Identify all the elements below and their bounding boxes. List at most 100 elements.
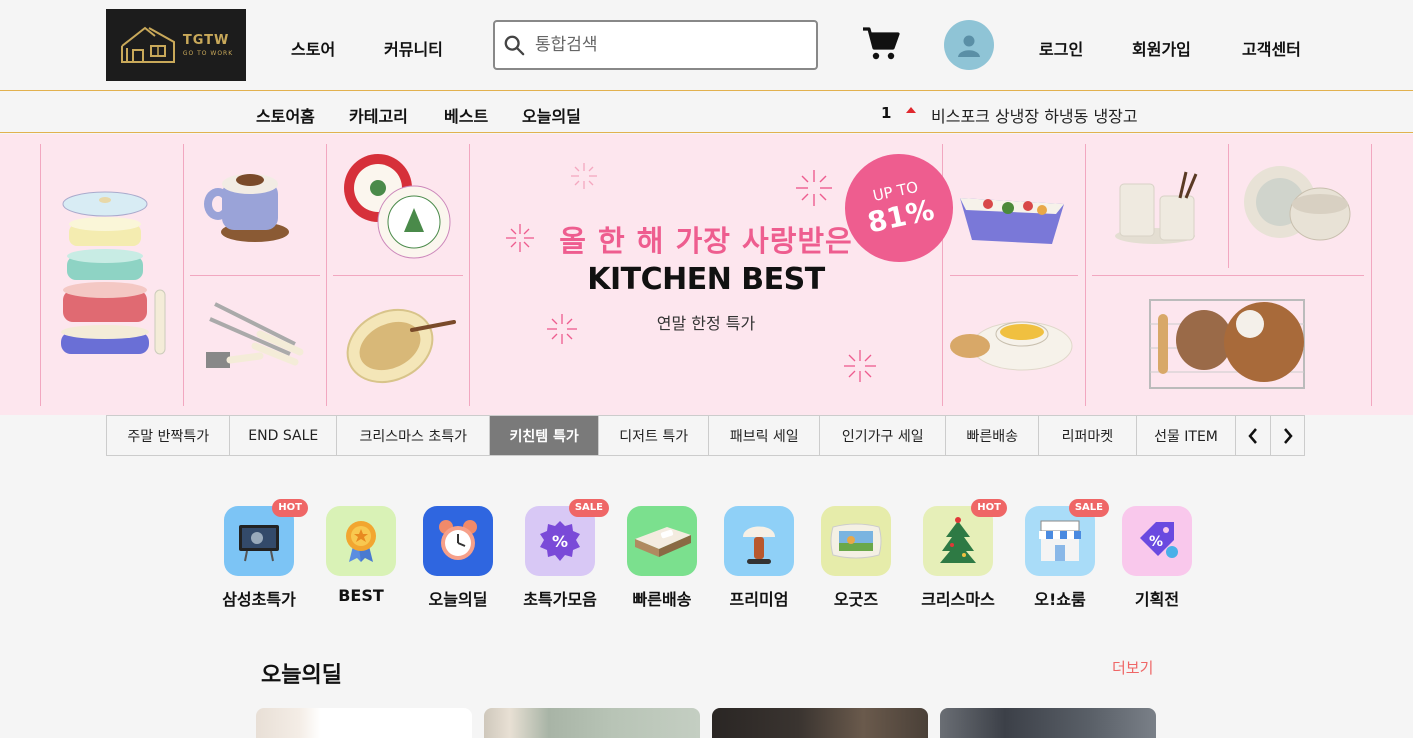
more-link[interactable]: 더보기 [1112,657,1153,678]
deal-card[interactable] [256,708,472,738]
christmas-plates-image [344,154,451,259]
tab-weekend-flash[interactable]: 주말 반짝특가 [107,416,231,455]
subnav-best[interactable]: 베스트 [444,103,488,127]
search-box[interactable] [493,20,818,70]
subnav-category[interactable]: 카테고리 [349,103,408,127]
pot-set-image [61,191,166,355]
sparkle-icon [571,163,597,189]
store-icon: SALE [1025,499,1109,576]
ranking-keyword[interactable]: 비스포크 상냉장 하냉동 냉장고 [931,103,1138,127]
tabs-prev-button[interactable] [1236,416,1270,455]
baking-dish-image [960,198,1064,244]
ranking-number: 1 [881,104,892,122]
chevron-right-icon [1283,427,1293,444]
tab-end-sale[interactable]: END SALE [230,416,338,455]
pasta-dish-image [346,309,456,383]
category-label: 오!쇼룸 [1034,590,1086,609]
promo-banner[interactable]: 올 한 해 가장 사랑받은 KITCHEN BEST 연말 한정 특가 UP T… [0,134,1413,415]
tab-furniture-sale[interactable]: 인기가구 세일 [820,416,947,455]
category-oshowroom[interactable]: SALE 오!쇼룸 [1010,499,1110,610]
category-fast-delivery[interactable]: 빠른배송 [612,506,712,610]
tab-christmas-sale[interactable]: 크리스마스 초특가 [337,416,491,455]
subnav-store-home[interactable]: 스토어홈 [256,103,315,127]
signup-link[interactable]: 회원가입 [1132,36,1191,60]
category-premium[interactable]: 프리미엄 [709,506,809,610]
rank-up-icon [906,107,916,113]
banner-subtitle: 연말 한정 특가 [656,314,756,333]
hot-badge: HOT [971,499,1007,517]
category-label: 삼성초특가 [222,590,296,609]
sparkle-icon [547,314,577,344]
tab-fast-delivery[interactable]: 빠른배송 [946,416,1040,455]
tabs-next-button[interactable] [1270,416,1304,455]
divider [183,144,184,406]
tab-fabric-sale[interactable]: 패브릭 세일 [709,416,821,455]
nav-store[interactable]: 스토어 [291,36,335,60]
cutlery-image [206,302,304,368]
christmas-tree-icon: HOT [923,499,1007,576]
hot-badge: HOT [272,499,308,517]
divider [1085,144,1086,406]
divider [1371,144,1372,406]
header: TGTW GO TO WORK 스토어 커뮤니티 로그인 회원가입 고객센터 [0,0,1413,90]
divider [950,275,1078,276]
tab-kitchen-sale[interactable]: 키친템 특가 [490,416,599,455]
sub-nav: 스토어홈 카테고리 베스트 오늘의딜 1 비스포크 상냉장 하냉동 냉장고 [0,90,1413,133]
sparkle-icon [796,170,832,206]
lamp-icon [724,506,794,576]
category-todays-deal[interactable]: 오늘의딜 [408,506,508,610]
svg-text:%: % [1149,534,1163,550]
customer-center-link[interactable]: 고객센터 [1242,36,1301,60]
medal-icon [326,506,396,576]
divider [333,275,463,276]
category-label: 초특가모음 [523,590,597,609]
divider [1092,275,1364,276]
deal-card[interactable] [940,708,1156,738]
tab-dessert-sale[interactable]: 디저트 특가 [599,416,710,455]
tab-refurb-market[interactable]: 리퍼마켓 [1039,416,1137,455]
bed-icon [627,506,697,576]
search-input[interactable] [535,35,795,55]
divider [326,144,327,406]
category-christmas[interactable]: HOT 크리스마스 [908,499,1008,610]
plates-bowl-image [1244,166,1351,241]
sale-badge: SALE [1068,499,1109,517]
category-best[interactable]: BEST [311,506,411,605]
avatar[interactable] [944,20,994,70]
sale-badge: SALE [568,499,609,517]
sparkle-icon [506,224,534,252]
svg-text:%: % [552,532,568,551]
section-title: 오늘의딜 [261,663,342,688]
deal-card[interactable] [484,708,700,738]
sparkle-icon [844,350,876,382]
category-label: 오늘의딜 [428,590,488,609]
dish-rack-image [1149,299,1305,389]
divider [40,144,41,406]
category-label: 프리미엄 [729,590,789,609]
tab-gift-item[interactable]: 선물 ITEM [1137,416,1237,455]
logo[interactable]: TGTW GO TO WORK [106,9,246,81]
divider [190,275,320,276]
subnav-todays-deal[interactable]: 오늘의딜 [522,103,581,127]
user-icon [958,35,980,57]
category-samsung-deal[interactable]: HOT 삼성초특가 [209,499,309,610]
deal-card[interactable] [712,708,928,738]
soup-bowl-image [950,321,1073,371]
category-ogoods[interactable]: 오굿즈 [806,506,906,610]
chevron-left-icon [1248,427,1258,444]
category-super-deals[interactable]: % SALE 초특가모음 [510,499,610,610]
cart-icon[interactable] [862,26,900,62]
discount-icon: % SALE [525,499,609,576]
category-label: 기획전 [1134,590,1180,609]
nav-community[interactable]: 커뮤니티 [384,36,443,60]
utensil-holder-image [1115,171,1198,244]
logo-title: TGTW [182,33,230,48]
login-link[interactable]: 로그인 [1039,36,1083,60]
mug-image [204,174,289,242]
logo-tagline: GO TO WORK [182,50,234,57]
divider [1228,144,1229,268]
category-exhibition[interactable]: % 기획전 [1107,506,1207,610]
category-label: 크리스마스 [921,590,995,609]
search-icon [504,35,525,56]
price-tag-icon: % [1122,506,1192,576]
